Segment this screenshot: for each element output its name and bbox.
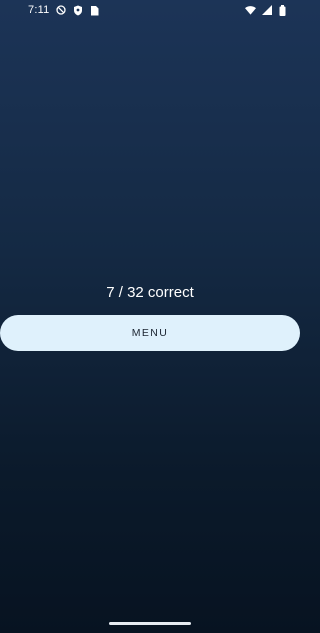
do-not-disturb-icon [55, 5, 66, 16]
wifi-icon [245, 5, 256, 16]
status-left: 7:11 [28, 4, 100, 16]
status-bar: 7:11 [0, 0, 300, 20]
home-indicator[interactable] [109, 622, 191, 625]
shield-icon [72, 5, 83, 16]
signal-icon [261, 5, 272, 16]
sim-card-icon [89, 5, 100, 16]
score-text: 7 / 32 correct [106, 284, 194, 301]
status-right [245, 4, 288, 16]
battery-icon [277, 4, 288, 16]
menu-button[interactable]: MENU [0, 315, 300, 351]
status-time: 7:11 [28, 4, 50, 16]
